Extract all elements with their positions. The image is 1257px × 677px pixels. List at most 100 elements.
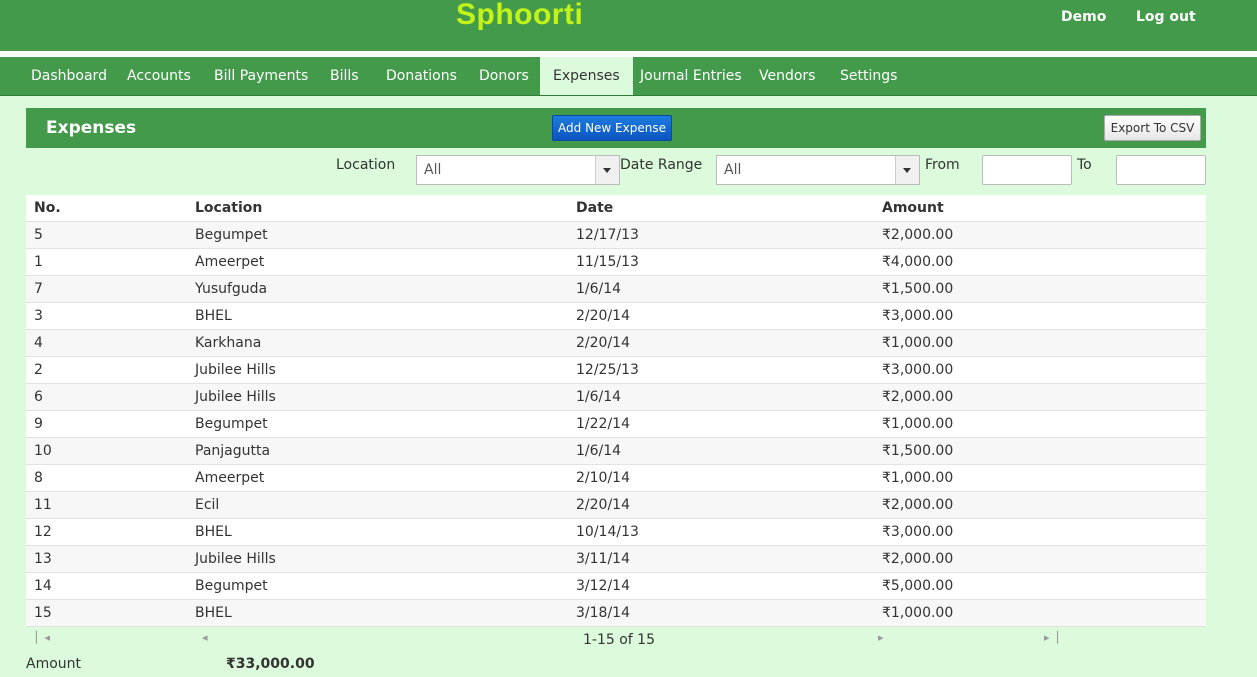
- table-row[interactable]: 1 Ameerpet 11/15/13 ₹4,000.00: [26, 249, 1206, 276]
- nav-bill-payments[interactable]: Bill Payments: [214, 57, 308, 95]
- nav-donors[interactable]: Donors: [479, 57, 529, 95]
- cell-date: 2/10/14: [576, 470, 630, 486]
- total-amount-label: Amount: [26, 656, 82, 672]
- cell-date: 1/6/14: [576, 389, 622, 405]
- cell-no: 7: [34, 281, 43, 297]
- cell-amount: ₹4,000.00: [882, 254, 954, 270]
- cell-date: 3/12/14: [576, 578, 630, 594]
- cell-amount: ₹3,000.00: [882, 362, 954, 378]
- table-header-row: No. Location Date Amount: [26, 195, 1206, 222]
- add-expense-button[interactable]: Add New Expense: [552, 115, 672, 141]
- table-row[interactable]: 6 Jubilee Hills 1/6/14 ₹2,000.00: [26, 384, 1206, 411]
- cell-location: BHEL: [195, 308, 232, 324]
- nav-expenses[interactable]: Expenses: [540, 57, 633, 95]
- cell-date: 11/15/13: [576, 254, 639, 270]
- cell-location: Begumpet: [195, 416, 268, 432]
- cell-location: Jubilee Hills: [195, 389, 276, 405]
- table-row[interactable]: 2 Jubilee Hills 12/25/13 ₹3,000.00: [26, 357, 1206, 384]
- column-header-location[interactable]: Location: [195, 200, 262, 216]
- date-range-select[interactable]: All: [716, 155, 920, 185]
- chevron-down-icon: [595, 156, 619, 184]
- main-nav: Dashboard Accounts Bill Payments Bills D…: [0, 57, 1257, 96]
- column-header-amount[interactable]: Amount: [882, 200, 944, 216]
- cell-no: 3: [34, 308, 43, 324]
- date-range-label: Date Range: [620, 157, 703, 173]
- from-date-label: From: [925, 157, 960, 173]
- cell-amount: ₹1,000.00: [882, 605, 954, 621]
- table-body: 5 Begumpet 12/17/13 ₹2,000.00 1 Ameerpet 11/15…: [26, 222, 1206, 627]
- table-row[interactable]: 4 Karkhana 2/20/14 ₹1,000.00: [26, 330, 1206, 357]
- table-row[interactable]: 14 Begumpet 3/12/14 ₹5,000.00: [26, 573, 1206, 600]
- nav-settings[interactable]: Settings: [840, 57, 897, 95]
- expenses-table: No. Location Date Amount 5 Begumpet 12/17/…: [26, 195, 1206, 627]
- top-header: Sphoorti Demo Log out: [0, 0, 1257, 51]
- cell-no: 8: [34, 470, 43, 486]
- date-range-select-value: All: [724, 162, 742, 178]
- last-page-icon[interactable]: ▸▕: [1044, 631, 1058, 644]
- cell-no: 11: [34, 497, 52, 513]
- column-header-no[interactable]: No.: [34, 200, 61, 216]
- cell-location: Jubilee Hills: [195, 551, 276, 567]
- cell-amount: ₹3,000.00: [882, 308, 954, 324]
- table-row[interactable]: 5 Begumpet 12/17/13 ₹2,000.00: [26, 222, 1206, 249]
- cell-amount: ₹1,500.00: [882, 281, 954, 297]
- cell-location: Karkhana: [195, 335, 262, 351]
- cell-no: 13: [34, 551, 52, 567]
- table-row[interactable]: 15 BHEL 3/18/14 ₹1,000.00: [26, 600, 1206, 627]
- user-link[interactable]: Demo: [1061, 9, 1106, 25]
- location-filter-label: Location: [336, 157, 396, 173]
- to-date-input[interactable]: [1116, 155, 1206, 185]
- cell-location: Ameerpet: [195, 470, 265, 486]
- from-date-input[interactable]: [982, 155, 1072, 185]
- cell-location: BHEL: [195, 605, 232, 621]
- column-header-date[interactable]: Date: [576, 200, 613, 216]
- table-row[interactable]: 8 Ameerpet 2/10/14 ₹1,000.00: [26, 465, 1206, 492]
- to-date-label: To: [1077, 157, 1092, 173]
- table-row[interactable]: 9 Begumpet 1/22/14 ₹1,000.00: [26, 411, 1206, 438]
- table-row[interactable]: 13 Jubilee Hills 3/11/14 ₹2,000.00: [26, 546, 1206, 573]
- cell-date: 2/20/14: [576, 497, 630, 513]
- cell-amount: ₹1,000.00: [882, 470, 954, 486]
- next-page-icon[interactable]: ▸: [878, 631, 884, 644]
- cell-location: BHEL: [195, 524, 232, 540]
- cell-date: 1/6/14: [576, 281, 622, 297]
- cell-amount: ₹5,000.00: [882, 578, 954, 594]
- table-row[interactable]: 10 Panjagutta 1/6/14 ₹1,500.00: [26, 438, 1206, 465]
- nav-bills[interactable]: Bills: [330, 57, 359, 95]
- chevron-down-icon: [895, 156, 919, 184]
- table-row[interactable]: 3 BHEL 2/20/14 ₹3,000.00: [26, 303, 1206, 330]
- nav-accounts[interactable]: Accounts: [127, 57, 191, 95]
- logout-link[interactable]: Log out: [1136, 9, 1196, 25]
- export-csv-button[interactable]: Export To CSV: [1104, 115, 1201, 141]
- cell-amount: ₹3,000.00: [882, 524, 954, 540]
- total-amount-value: ₹33,000.00: [226, 656, 315, 672]
- cell-date: 3/11/14: [576, 551, 630, 567]
- cell-location: Panjagutta: [195, 443, 271, 459]
- prev-page-icon[interactable]: ◂: [202, 631, 208, 644]
- first-page-icon[interactable]: ▏◂: [36, 631, 50, 644]
- nav-dashboard[interactable]: Dashboard: [31, 57, 107, 95]
- cell-no: 5: [34, 227, 43, 243]
- cell-no: 10: [34, 443, 52, 459]
- cell-no: 4: [34, 335, 43, 351]
- cell-location: Yusufguda: [195, 281, 268, 297]
- nav-journal-entries[interactable]: Journal Entries: [640, 57, 742, 95]
- pagination-bar: ▏◂ ◂ 1-15 of 15 ▸ ▸▕: [26, 626, 1206, 652]
- cell-date: 2/20/14: [576, 335, 630, 351]
- cell-amount: ₹1,500.00: [882, 443, 954, 459]
- cell-no: 1: [34, 254, 43, 270]
- cell-no: 14: [34, 578, 52, 594]
- cell-no: 6: [34, 389, 43, 405]
- table-row[interactable]: 11 Ecil 2/20/14 ₹2,000.00: [26, 492, 1206, 519]
- cell-amount: ₹2,000.00: [882, 551, 954, 567]
- nav-vendors[interactable]: Vendors: [759, 57, 815, 95]
- cell-amount: ₹2,000.00: [882, 497, 954, 513]
- cell-date: 12/25/13: [576, 362, 639, 378]
- table-row[interactable]: 12 BHEL 10/14/13 ₹3,000.00: [26, 519, 1206, 546]
- cell-date: 1/22/14: [576, 416, 630, 432]
- cell-location: Ameerpet: [195, 254, 265, 270]
- nav-donations[interactable]: Donations: [386, 57, 457, 95]
- expenses-panel-header: Expenses Add New Expense Export To CSV: [26, 108, 1206, 148]
- location-select[interactable]: All: [416, 155, 620, 185]
- table-row[interactable]: 7 Yusufguda 1/6/14 ₹1,500.00: [26, 276, 1206, 303]
